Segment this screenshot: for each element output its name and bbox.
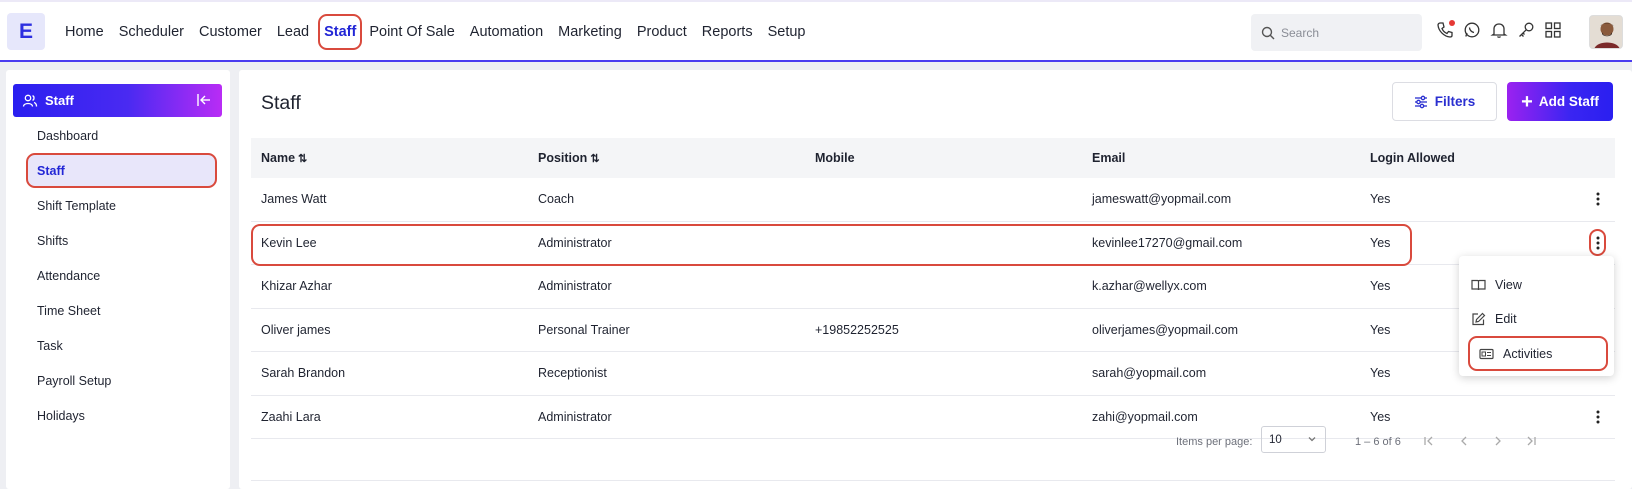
items-per-page-label: Items per page:	[1176, 436, 1253, 448]
nav-lead[interactable]: Lead	[277, 24, 309, 40]
nav-automation[interactable]: Automation	[470, 24, 543, 40]
search-input[interactable]	[1281, 25, 1411, 40]
cell-position: Receptionist	[538, 366, 607, 381]
page-range: 1 – 6 of 6	[1355, 436, 1401, 448]
search-box[interactable]	[1251, 14, 1422, 51]
next-page-icon[interactable]	[1491, 434, 1505, 448]
apps-grid-icon[interactable]	[1544, 21, 1562, 39]
page-title: Staff	[261, 92, 301, 114]
sidebar-menu: Dashboard Staff Shift Template Shifts At…	[6, 118, 230, 433]
sidebar-item-holidays[interactable]: Holidays	[6, 398, 230, 433]
column-header-mobile: Mobile	[815, 151, 855, 165]
cell-login-allowed: Yes	[1370, 235, 1391, 250]
cell-position: Personal Trainer	[538, 322, 630, 337]
sort-icon[interactable]: ⇅	[590, 153, 599, 165]
table-row[interactable]: Sarah Brandon Receptionist sarah@yopmail…	[251, 352, 1615, 396]
cell-email: k.azhar@wellyx.com	[1092, 279, 1207, 294]
staff-table: Name ⇅ Position ⇅ Mobile Email Login Allow…	[251, 138, 1615, 439]
sort-icon[interactable]: ⇅	[298, 153, 307, 165]
top-icons	[1436, 20, 1571, 39]
sidebar-item-task[interactable]: Task	[6, 328, 230, 363]
first-page-icon[interactable]	[1422, 434, 1436, 448]
table-row[interactable]: Kevin Lee Administrator kevinlee17270@gm…	[251, 222, 1615, 266]
user-avatar[interactable]	[1589, 15, 1623, 49]
cell-name: Kevin Lee	[261, 235, 317, 250]
cell-email: jameswatt@yopmail.com	[1092, 192, 1232, 207]
sidebar-title: Staff	[45, 93, 74, 108]
previous-page-icon[interactable]	[1457, 434, 1471, 448]
search-icon	[1261, 26, 1275, 39]
column-header-position[interactable]: Position ⇅	[528, 151, 805, 165]
paginator: Items per page: 10 1 – 6 of 6	[251, 422, 1615, 462]
cell-email: kevinlee17270@gmail.com	[1092, 235, 1243, 250]
cell-login-allowed: Yes	[1370, 192, 1391, 207]
table-row[interactable]: Oliver james Personal Trainer +198522525…	[251, 309, 1615, 352]
sidebar-item-shift-template[interactable]: Shift Template	[6, 188, 230, 223]
cell-position: Administrator	[538, 279, 612, 294]
sidebar-item-staff[interactable]: Staff	[26, 153, 217, 188]
sidebar-item-attendance[interactable]: Attendance	[6, 258, 230, 293]
column-header-name[interactable]: Name ⇅	[251, 151, 528, 165]
more-options-icon[interactable]	[1589, 229, 1606, 257]
main-nav: Home Scheduler Customer Lead Staff Point…	[65, 2, 820, 62]
nav-marketing[interactable]: Marketing	[558, 24, 622, 40]
items-per-page-select[interactable]: 10	[1261, 426, 1326, 453]
cell-name: Oliver james	[261, 322, 331, 337]
phone-icon[interactable]	[1436, 20, 1455, 39]
sliders-icon	[1414, 95, 1427, 108]
chevron-down-icon	[1308, 437, 1316, 442]
plus-icon: +	[1521, 90, 1533, 113]
cell-mobile: +19852252525	[815, 322, 899, 337]
add-staff-label: Add Staff	[1538, 94, 1599, 109]
cell-position: Administrator	[538, 235, 612, 250]
table-header: Name ⇅ Position ⇅ Mobile Email Login Allow…	[251, 138, 1615, 178]
filters-button[interactable]: Filters	[1392, 82, 1497, 121]
collapse-sidebar-icon[interactable]	[196, 92, 212, 111]
divider	[251, 480, 1615, 481]
filters-label: Filters	[1434, 94, 1476, 109]
last-page-icon[interactable]	[1524, 434, 1538, 448]
id-card-icon	[1479, 348, 1494, 359]
nav-setup[interactable]: Setup	[768, 24, 806, 40]
app-logo[interactable]: E	[7, 13, 45, 50]
menu-item-view[interactable]: View	[1471, 271, 1522, 299]
add-staff-button[interactable]: + Add Staff	[1507, 82, 1613, 121]
nav-product[interactable]: Product	[637, 24, 687, 40]
top-navbar: E Home Scheduler Customer Lead Staff Poi…	[0, 0, 1632, 62]
cell-email: sarah@yopmail.com	[1092, 366, 1207, 381]
cell-name: Sarah Brandon	[261, 366, 346, 381]
sidebar-header: Staff	[13, 84, 222, 117]
users-icon	[22, 94, 38, 107]
cell-name: Khizar Azhar	[261, 279, 332, 294]
menu-item-edit[interactable]: Edit	[1471, 305, 1517, 333]
sidebar: Staff Dashboard Staff Shift Template Shi…	[6, 70, 230, 489]
nav-scheduler[interactable]: Scheduler	[119, 24, 184, 40]
cell-email: oliverjames@yopmail.com	[1092, 322, 1239, 337]
row-action-menu: View Edit Activities	[1459, 256, 1614, 376]
sidebar-item-dashboard[interactable]: Dashboard	[6, 118, 230, 153]
nav-reports[interactable]: Reports	[702, 24, 753, 40]
cell-name: James Watt	[261, 192, 327, 207]
table-row[interactable]: Khizar Azhar Administrator k.azhar@welly…	[251, 265, 1615, 309]
nav-staff[interactable]: Staff	[318, 14, 363, 50]
nav-point-of-sale[interactable]: Point Of Sale	[369, 24, 454, 40]
cell-position: Coach	[538, 192, 575, 207]
main-panel: Staff Filters + Add Staff Name ⇅ Position…	[239, 70, 1632, 489]
table-row[interactable]: James Watt Coach jameswatt@yopmail.com Y…	[251, 178, 1615, 222]
nav-home[interactable]: Home	[65, 24, 104, 40]
column-header-email: Email	[1092, 151, 1126, 165]
sidebar-item-time-sheet[interactable]: Time Sheet	[6, 293, 230, 328]
more-options-icon[interactable]	[1588, 188, 1608, 210]
book-open-icon	[1471, 279, 1486, 291]
whatsapp-icon[interactable]	[1463, 21, 1481, 39]
key-icon[interactable]	[1517, 21, 1535, 39]
nav-customer[interactable]: Customer	[199, 24, 262, 40]
column-header-login-allowed: Login Allowed	[1370, 151, 1455, 165]
edit-icon	[1472, 312, 1486, 326]
sidebar-item-shifts[interactable]: Shifts	[6, 223, 230, 258]
menu-item-activities[interactable]: Activities	[1468, 336, 1608, 371]
sidebar-item-payroll-setup[interactable]: Payroll Setup	[6, 363, 230, 398]
bell-icon[interactable]	[1490, 21, 1508, 39]
